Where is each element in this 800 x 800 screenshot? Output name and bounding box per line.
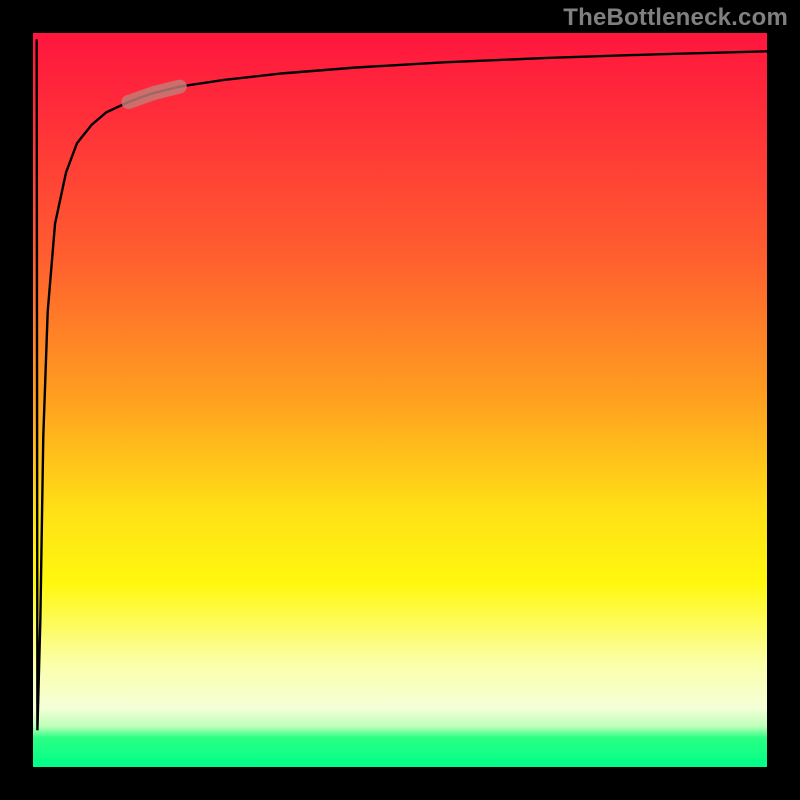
chart-frame: TheBottleneck.com — [0, 0, 800, 800]
main-curve — [37, 40, 767, 730]
curve-layer — [33, 33, 767, 767]
highlight-segment — [128, 87, 179, 102]
plot-area — [33, 33, 767, 767]
watermark-text: TheBottleneck.com — [563, 4, 788, 32]
